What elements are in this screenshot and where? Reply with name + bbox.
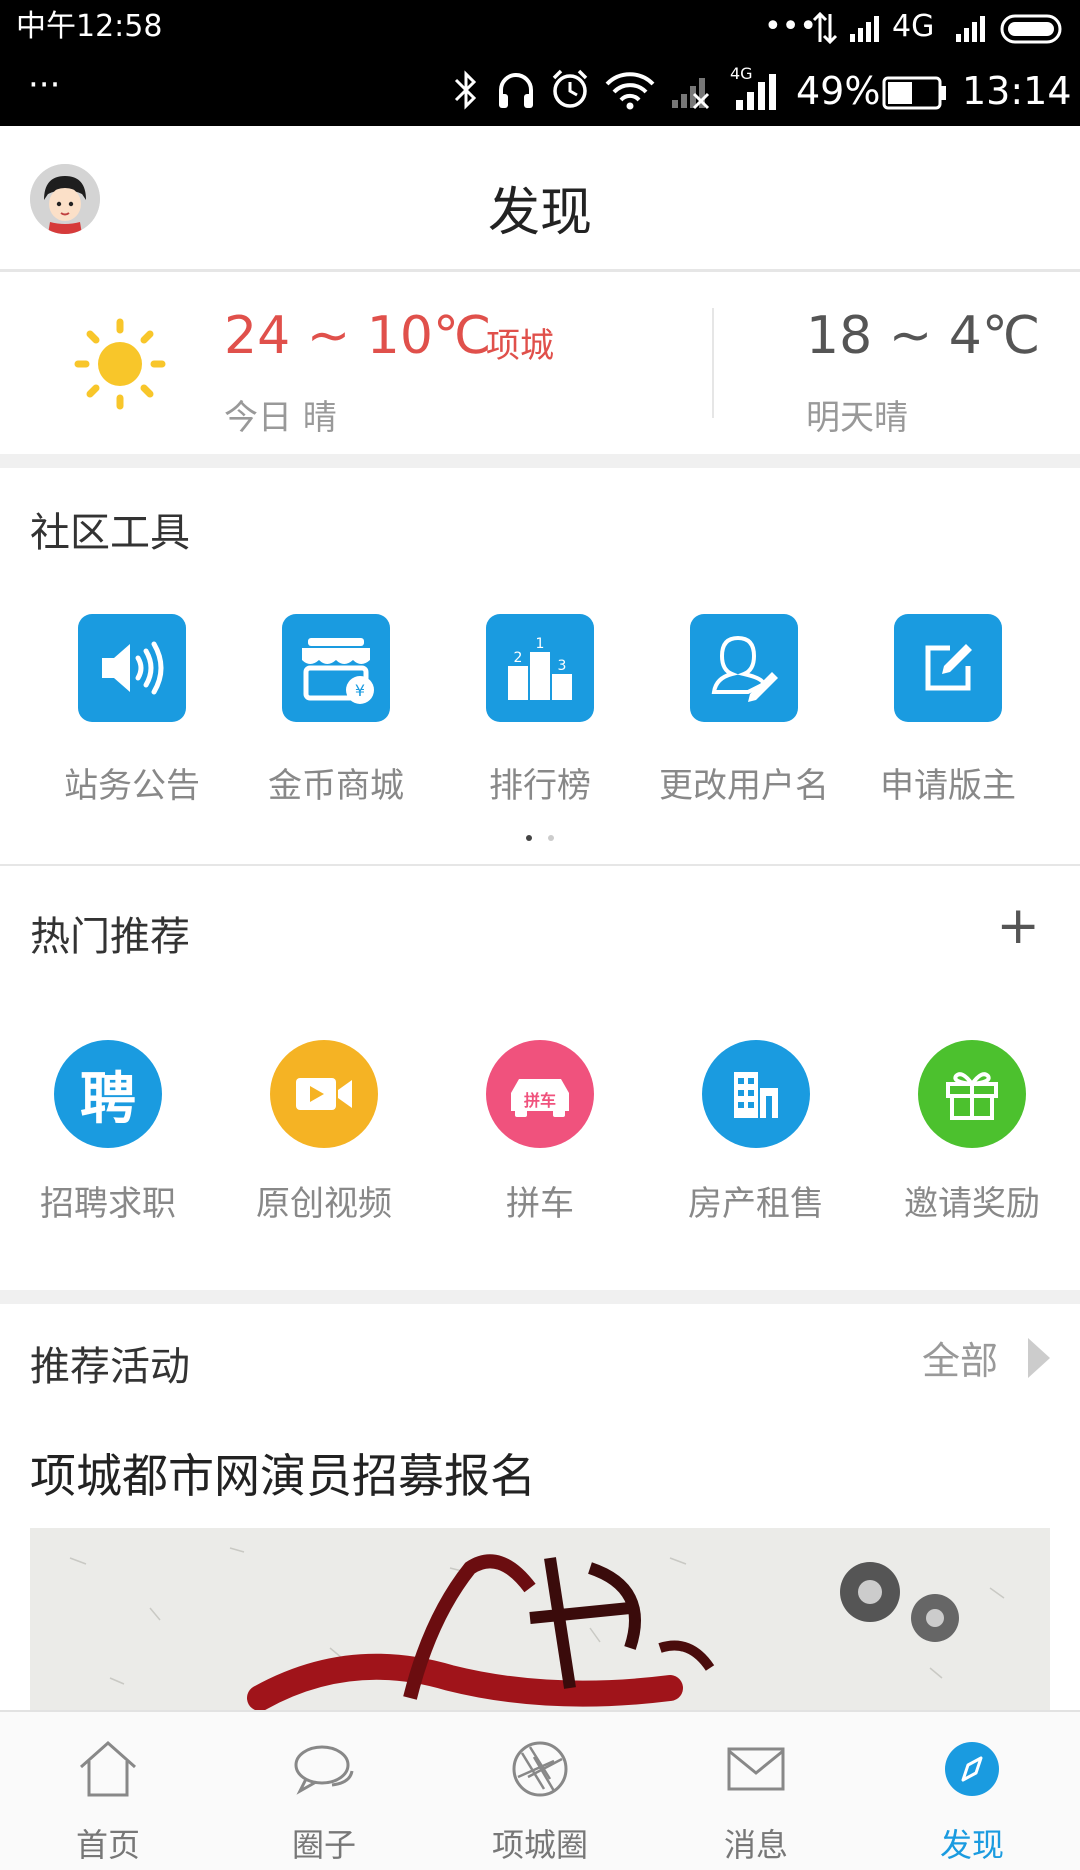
tool-leaderboard[interactable]: 2 1 3 排行榜: [438, 614, 642, 807]
tab-messages[interactable]: 消息: [648, 1734, 864, 1866]
headphones-icon: [499, 73, 533, 108]
tool-label: 站务公告: [64, 766, 200, 806]
recruit-icon: 聘: [54, 1040, 162, 1148]
hot-item-recruit[interactable]: 聘 招聘求职: [0, 1040, 216, 1225]
divider: [0, 864, 1080, 866]
menu-dots-icon: ···: [28, 65, 61, 105]
view-all-link[interactable]: 全部: [922, 1330, 1050, 1385]
tab-xiangcheng-circle[interactable]: 项城圈: [432, 1734, 648, 1866]
carpool-icon: 拼车: [486, 1040, 594, 1148]
tab-circle[interactable]: 圈子: [216, 1734, 432, 1866]
bluetooth-icon: [454, 70, 477, 110]
activity-banner-image[interactable]: [30, 1528, 1050, 1710]
tool-apply-moderator[interactable]: 申请版主: [846, 614, 1050, 807]
tool-label: 申请版主: [880, 766, 1016, 806]
add-button[interactable]: +: [996, 900, 1040, 952]
video-icon: [270, 1040, 378, 1148]
hot-item-video[interactable]: 原创视频: [216, 1040, 432, 1225]
alarm-icon: [552, 69, 588, 108]
status-bar-bottom: ··· 4G 49% 13:14: [0, 58, 1080, 126]
hot-section-title: 热门推荐: [30, 914, 190, 960]
svg-text:1: 1: [536, 636, 545, 652]
weather-card[interactable]: 24 ~ 10℃ 项城 今日 晴 18 ~ 4℃ 明天晴: [0, 272, 1080, 454]
mail-icon: [721, 1734, 791, 1804]
view-all-label: 全部: [921, 1339, 998, 1383]
carrier-time: 中午12:58: [16, 9, 163, 44]
status-bar-top: 中午12:58 ••• 4G: [0, 0, 1080, 58]
svg-text:3: 3: [558, 658, 567, 674]
svg-text:2: 2: [514, 650, 523, 666]
today-temperature: 24 ~ 10℃: [224, 306, 492, 366]
city-name: 项城: [486, 326, 554, 366]
tool-label: 排行榜: [489, 766, 591, 806]
tab-label: 圈子: [291, 1826, 356, 1864]
section-gap: [0, 1290, 1080, 1304]
tool-announcement[interactable]: 站务公告: [30, 614, 234, 807]
chevron-right-icon: [1028, 1337, 1050, 1378]
edit-user-icon: [690, 614, 798, 722]
sun-icon: [74, 318, 166, 410]
carpool-glyph: 拼车: [523, 1091, 556, 1110]
tab-home[interactable]: 首页: [0, 1734, 216, 1866]
signal-icon: [956, 16, 985, 42]
hot-item-label: 拼车: [506, 1184, 574, 1224]
hot-item-label: 招聘求职: [40, 1184, 176, 1224]
tab-label: 首页: [75, 1826, 140, 1864]
activity-section-title: 推荐活动: [30, 1344, 190, 1390]
activity-headline[interactable]: 项城都市网演员招募报名: [30, 1440, 536, 1506]
tomorrow-weather-desc: 明天晴: [806, 398, 908, 438]
bottom-tab-bar: 首页 圈子 项城圈 消息 发现: [0, 1710, 1080, 1870]
data-transfer-icon: [812, 12, 838, 44]
more-dots-icon: •••: [764, 9, 818, 44]
battery-icon: [1000, 14, 1062, 44]
signal-icon: [850, 16, 879, 42]
tools-section-title: 社区工具: [30, 510, 190, 556]
tool-label: 更改用户名: [659, 766, 829, 806]
podium-icon: 2 1 3: [486, 614, 594, 722]
tool-change-username[interactable]: 更改用户名: [642, 614, 846, 807]
section-gap: [0, 454, 1080, 468]
tomorrow-temperature: 18 ~ 4℃: [806, 306, 1041, 366]
tab-label: 消息: [723, 1826, 788, 1864]
chat-icon: [289, 1734, 359, 1804]
edit-icon: [894, 614, 1002, 722]
hot-item-label: 邀请奖励: [904, 1184, 1040, 1224]
hot-item-invite[interactable]: 邀请奖励: [864, 1040, 1080, 1225]
wifi-icon: [605, 72, 655, 110]
network-label-1: 4G: [892, 9, 935, 44]
today-weather-desc: 今日 晴: [224, 398, 337, 438]
page-dot: [548, 835, 554, 841]
shop-icon: ¥: [282, 614, 390, 722]
hot-item-carpool[interactable]: 拼车 拼车: [432, 1040, 648, 1225]
divider: [712, 308, 714, 418]
svg-text:¥: ¥: [355, 681, 365, 700]
page-indicator: [0, 826, 1080, 845]
tool-label: 金币商城: [268, 766, 404, 806]
no-signal-icon: [672, 78, 710, 110]
top-nav-bar: 发现: [0, 126, 1080, 272]
signal-icon: [736, 74, 776, 110]
clock: 13:14: [962, 69, 1072, 113]
tab-label: 发现: [939, 1826, 1004, 1864]
aperture-icon: [505, 1734, 575, 1804]
building-icon: [702, 1040, 810, 1148]
compass-icon: [937, 1734, 1007, 1804]
tool-coin-shop[interactable]: ¥ 金币商城: [234, 614, 438, 807]
page-dot-active: [526, 835, 532, 841]
hot-item-label: 原创视频: [256, 1184, 392, 1224]
banner-artwork: [30, 1528, 1050, 1710]
gift-icon: [918, 1040, 1026, 1148]
page-title: 发现: [487, 183, 592, 243]
tab-discover[interactable]: 发现: [864, 1734, 1080, 1866]
battery-percent: 49%: [796, 69, 881, 113]
tab-label: 项城圈: [491, 1826, 588, 1864]
hot-item-label: 房产租售: [688, 1184, 824, 1224]
hot-item-realestate[interactable]: 房产租售: [648, 1040, 864, 1225]
speaker-icon: [78, 614, 186, 722]
home-icon: [73, 1734, 143, 1804]
battery-icon: [882, 76, 946, 110]
recruit-glyph: 聘: [80, 1066, 136, 1132]
